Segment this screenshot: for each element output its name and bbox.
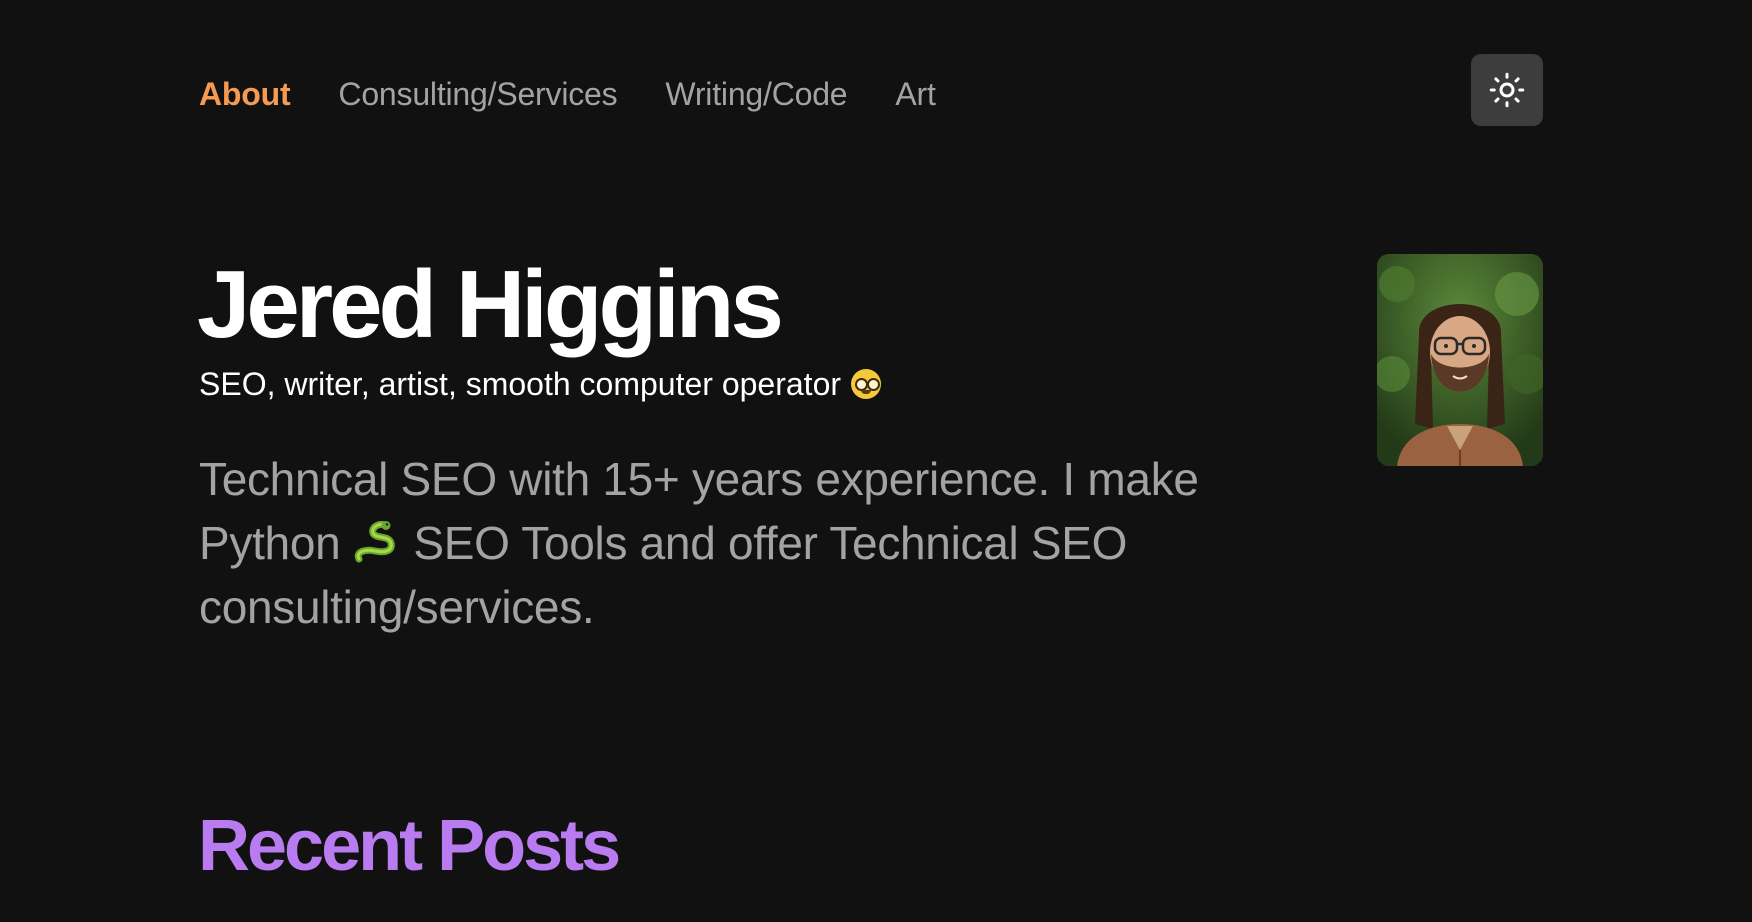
recent-posts-heading: Recent Posts bbox=[198, 806, 621, 886]
avatar bbox=[1377, 254, 1543, 466]
intro-paragraph: Technical SEO with 15+ years experience.… bbox=[199, 447, 1219, 639]
theme-toggle-button[interactable] bbox=[1471, 54, 1543, 126]
nav-item-writing-code[interactable]: Writing/Code bbox=[665, 76, 847, 113]
page: About Consulting/Services Writing/Code A… bbox=[0, 0, 1752, 922]
nav-item-consulting-services[interactable]: Consulting/Services bbox=[338, 76, 617, 113]
sun-icon bbox=[1489, 72, 1525, 108]
snake-icon bbox=[354, 521, 395, 563]
profile-photo bbox=[1377, 254, 1543, 466]
nav-item-art[interactable]: Art bbox=[895, 76, 935, 113]
page-title: Jered Higgins bbox=[197, 251, 784, 358]
tagline-text: SEO, writer, artist, smooth computer ope… bbox=[199, 366, 842, 402]
tagline: SEO, writer, artist, smooth computer ope… bbox=[199, 364, 882, 404]
main-nav: About Consulting/Services Writing/Code A… bbox=[199, 70, 936, 118]
nerd-face-icon bbox=[851, 369, 882, 399]
nav-item-about[interactable]: About bbox=[199, 76, 291, 113]
